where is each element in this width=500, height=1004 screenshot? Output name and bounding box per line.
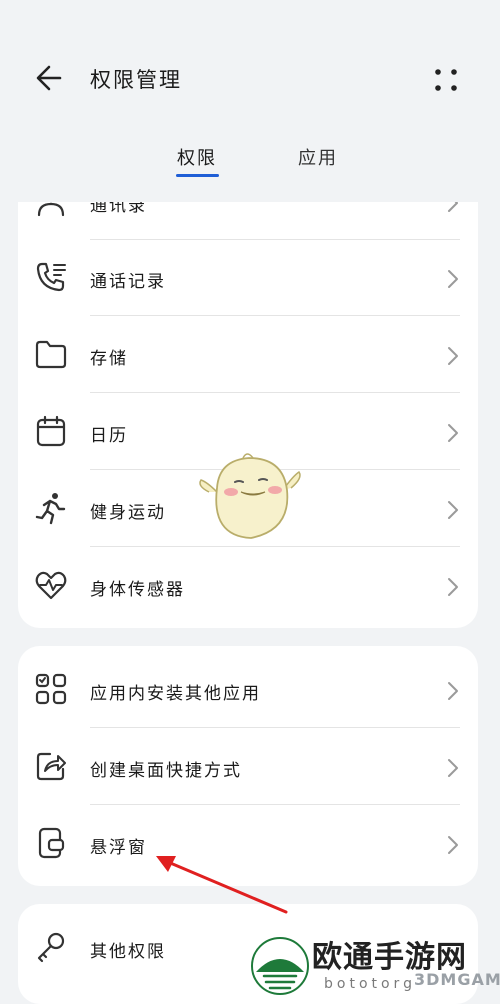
divider (90, 315, 460, 316)
row-label: 悬浮窗 (90, 838, 147, 858)
row-call-log[interactable]: 通话记录 (18, 240, 478, 316)
row-label: 其他权限 (90, 942, 166, 962)
row-label: 存储 (90, 349, 128, 369)
chevron-right-icon (448, 682, 458, 700)
row-create-shortcut[interactable]: 创建桌面快捷方式 (18, 729, 478, 805)
floating-window-icon (38, 827, 65, 859)
heart-pulse-icon (35, 571, 67, 600)
app-header: 权限管理 (0, 40, 500, 114)
row-contacts[interactable]: 通讯录 (18, 202, 478, 240)
divider (90, 546, 460, 547)
row-label: 通讯录 (90, 202, 147, 216)
page-title: 权限管理 (90, 68, 182, 92)
row-label: 应用内安装其他应用 (90, 684, 261, 704)
row-storage[interactable]: 存储 (18, 317, 478, 393)
chevron-right-icon (448, 759, 458, 777)
running-icon (35, 493, 66, 525)
chevron-right-icon (448, 347, 458, 365)
row-label: 身体传感器 (90, 580, 185, 600)
watermark-faint-text: bototorg (324, 976, 416, 992)
more-dots-icon[interactable] (426, 60, 466, 100)
chevron-right-icon (448, 836, 458, 854)
calendar-icon (36, 415, 66, 447)
chick-mascot-image (199, 453, 301, 539)
row-label: 健身运动 (90, 503, 166, 523)
watermark-subtitle: 3DMGAME (414, 970, 500, 989)
tab-permissions[interactable]: 权限 (177, 144, 217, 170)
red-annotation-arrow (156, 856, 288, 914)
folder-icon (35, 340, 67, 369)
arrow-left-icon[interactable] (30, 58, 70, 98)
row-install-other-apps[interactable]: 应用内安装其他应用 (18, 652, 478, 728)
row-label: 创建桌面快捷方式 (90, 761, 242, 781)
divider (90, 804, 460, 805)
key-icon (37, 932, 65, 963)
contacts-icon (37, 202, 65, 217)
chevron-right-icon (448, 501, 458, 519)
row-label: 通话记录 (90, 272, 166, 292)
row-label: 日历 (90, 426, 128, 446)
active-tab-indicator (176, 174, 219, 177)
divider (90, 727, 460, 728)
chevron-right-icon (448, 578, 458, 596)
tab-apps[interactable]: 应用 (298, 144, 338, 170)
tab-bar: 权限 应用 (0, 138, 500, 184)
shortcut-icon (36, 752, 66, 781)
chevron-right-icon (448, 424, 458, 442)
chevron-right-icon (448, 202, 458, 212)
watermark-logo-icon (251, 937, 309, 995)
divider (90, 392, 460, 393)
watermark: 欧通手游网 bototorg 3DMGAME (246, 930, 500, 996)
call-log-icon (36, 262, 66, 292)
row-body-sensors[interactable]: 身体传感器 (18, 548, 478, 624)
apps-grid-icon (35, 673, 67, 705)
permissions-card: 通讯录 通话记录 存储 日历 健身运动 身体传感器 (18, 202, 478, 628)
chevron-right-icon (448, 270, 458, 288)
